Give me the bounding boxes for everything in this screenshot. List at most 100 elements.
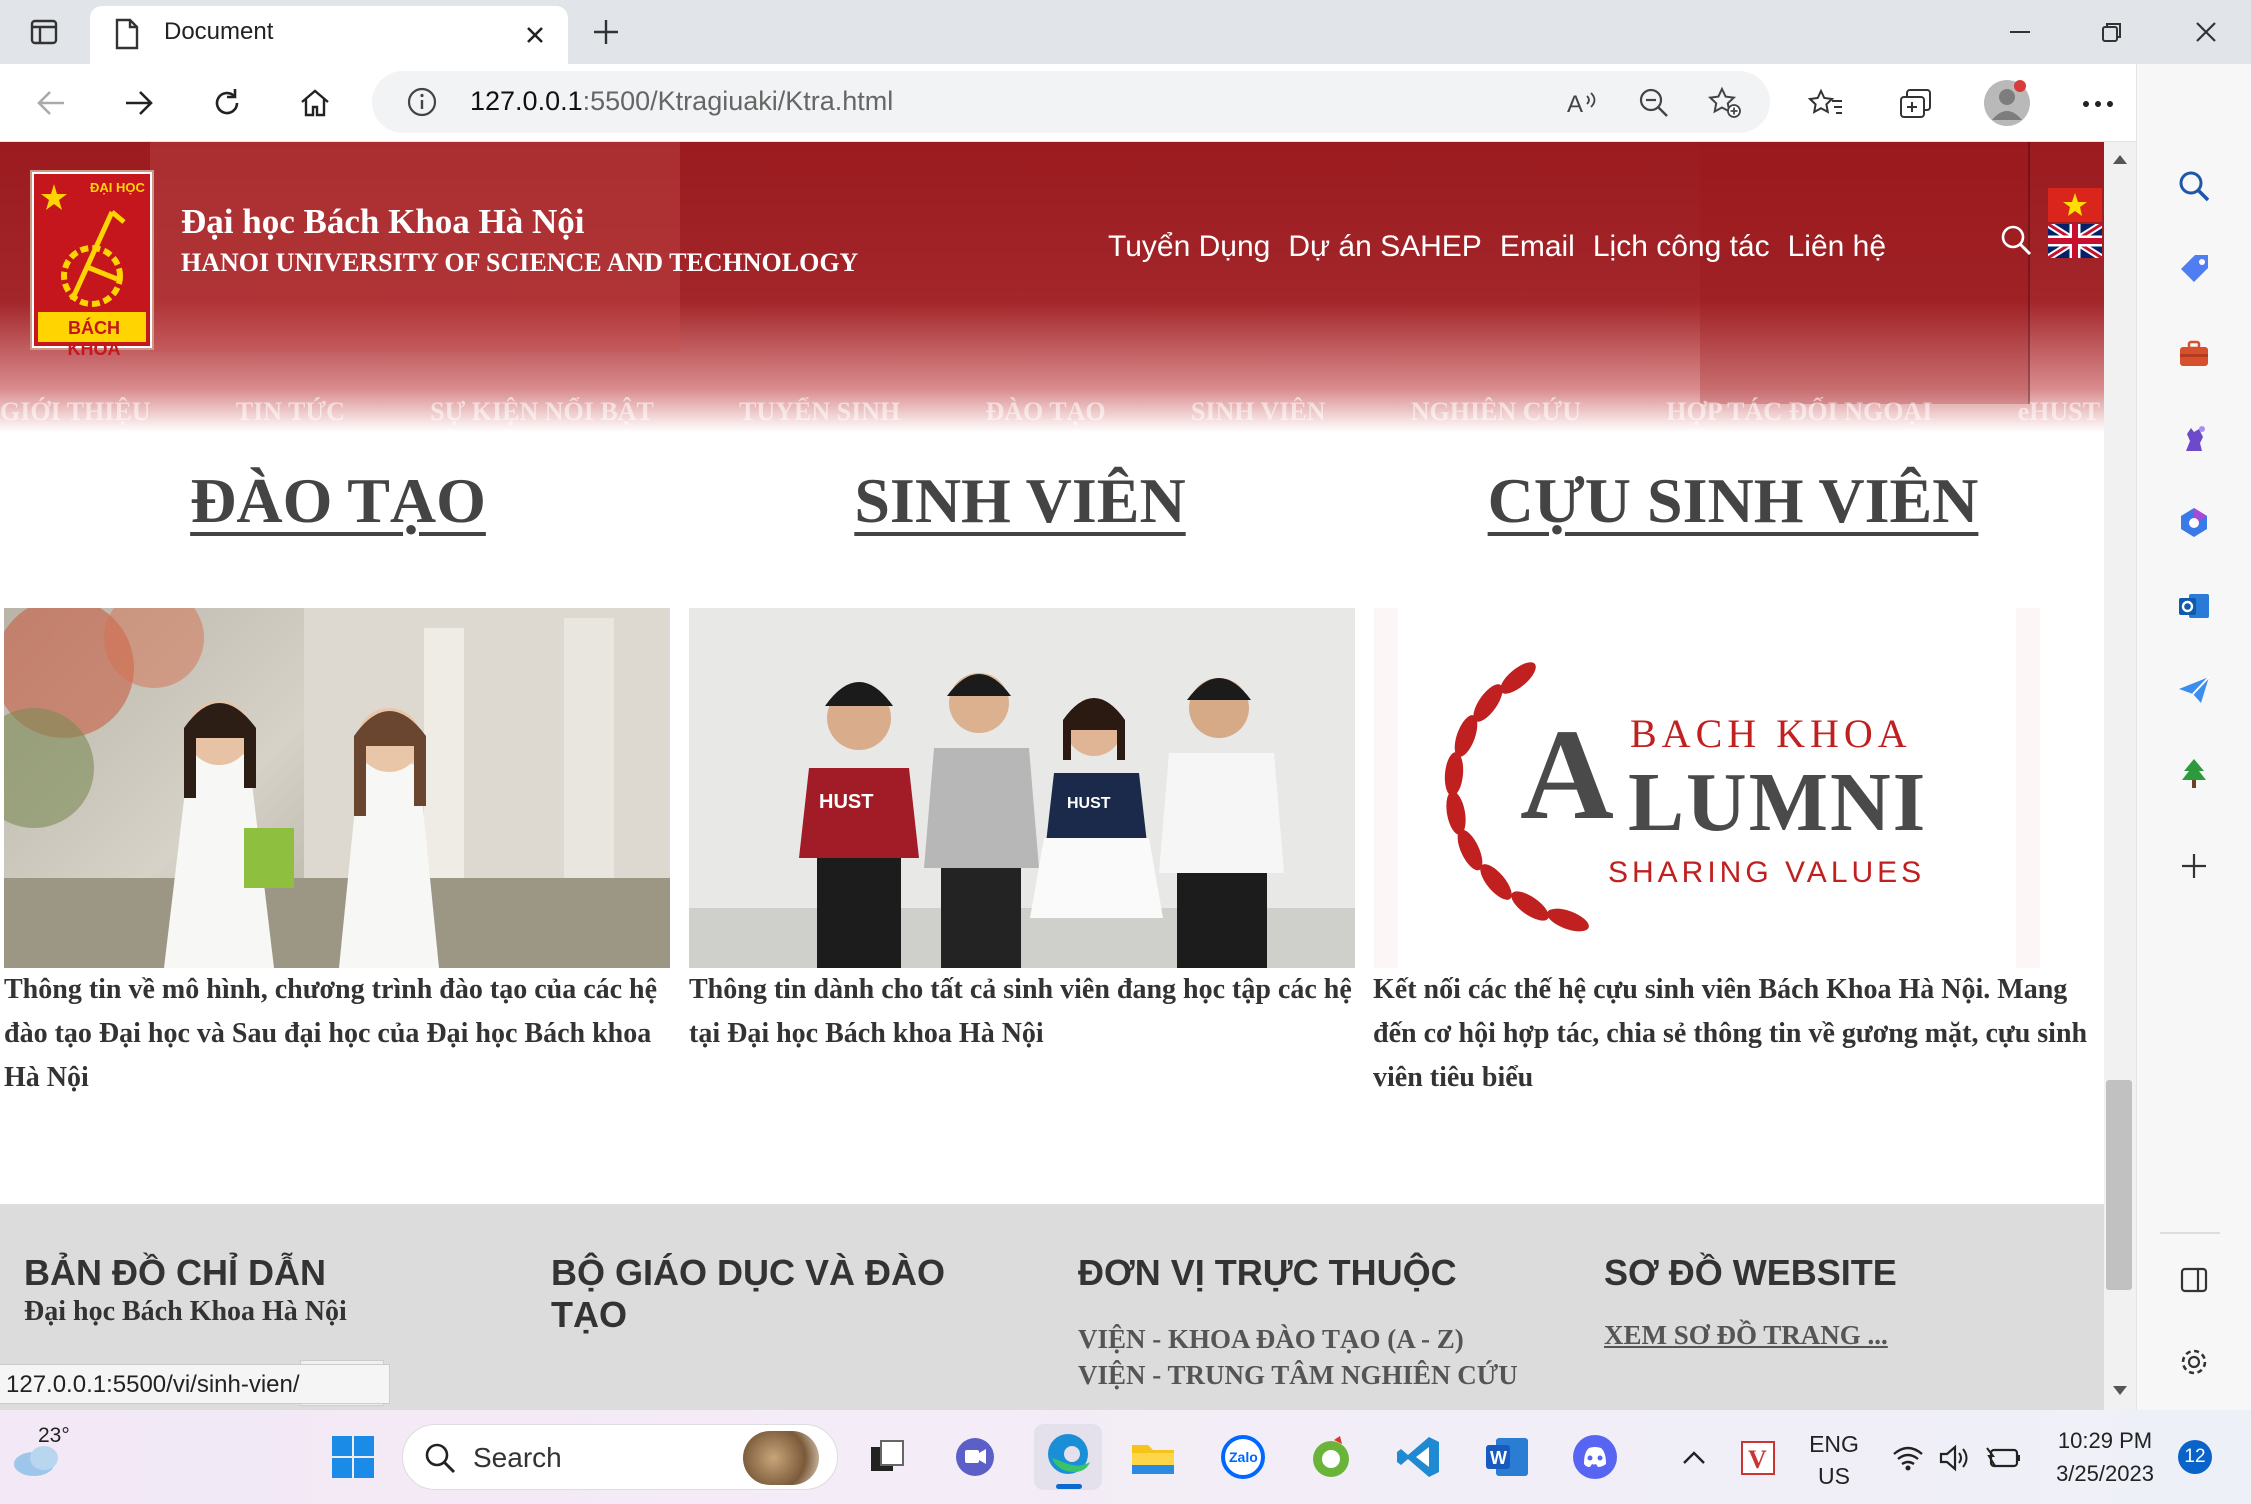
site-search-icon[interactable]	[1996, 220, 2036, 260]
scroll-up-icon[interactable]	[2106, 146, 2134, 172]
footer-sitemap-link[interactable]: XEM SƠ ĐỒ TRANG ...	[1604, 1320, 1888, 1351]
close-tab-icon[interactable]	[520, 20, 550, 50]
read-aloud-icon[interactable]: A	[1564, 85, 1600, 121]
more-options-icon[interactable]	[2076, 84, 2120, 124]
nav-lien-he[interactable]: Liên hệ	[1788, 230, 1886, 264]
system-clock[interactable]: 10:29 PM 3/25/2023	[2046, 1424, 2164, 1490]
school-logo[interactable]: ĐẠI HỌC BÁCH KHOA	[30, 170, 154, 359]
new-tab-icon[interactable]	[584, 12, 628, 52]
hide-sidebar-icon[interactable]	[2172, 1258, 2216, 1302]
menu-hop-tac[interactable]: HỢP TÁC ĐỐI NGOẠI	[1666, 397, 1932, 427]
header-background-panel	[1700, 142, 2030, 404]
menu-dao-tao[interactable]: ĐÀO TẠO	[985, 397, 1105, 427]
sidebar-search-icon[interactable]	[2172, 164, 2216, 208]
url-text[interactable]: 127.0.0.1:5500/Ktragiuaki/Ktra.html	[470, 86, 893, 117]
alumni-big-a: A	[1520, 703, 1614, 847]
windows-start-icon[interactable]	[324, 1428, 382, 1486]
footer-link-faculties[interactable]: VIỆN - KHOA ĐÀO TẠO (A - Z)	[1078, 1324, 1464, 1355]
main-menu: GIỚI THIỆU TIN TỨC SỰ KIỆN NỔI BẬT TUYỂN…	[0, 394, 2104, 430]
battery-charging-icon[interactable]	[1984, 1440, 2024, 1476]
section-sinh-vien-title-wrap: SINH VIÊN	[682, 464, 1358, 538]
vscode-icon[interactable]	[1390, 1428, 1448, 1486]
section-title-sinh-vien[interactable]: SINH VIÊN	[854, 465, 1185, 536]
tools-briefcase-icon[interactable]	[2172, 332, 2216, 376]
send-icon[interactable]	[2172, 668, 2216, 712]
uk-flag-icon[interactable]	[2046, 221, 2104, 261]
teams-chat-icon[interactable]	[946, 1428, 1004, 1486]
nav-email[interactable]: Email	[1500, 230, 1575, 264]
weather-widget[interactable]: 23°	[10, 1420, 100, 1490]
school-name-en: HANOI UNIVERSITY OF SCIENCE AND TECHNOLO…	[181, 248, 859, 277]
nav-du-an-sahep[interactable]: Dự án SAHEP	[1288, 230, 1482, 264]
site-info-icon[interactable]	[406, 86, 438, 118]
sinh-vien-photo[interactable]: HUST HUST	[689, 608, 1355, 968]
status-link-preview: 127.0.0.1:5500/vi/sinh-vien/	[0, 1364, 390, 1404]
menu-su-kien[interactable]: SỰ KIỆN NỔI BẬT	[430, 397, 654, 427]
wifi-icon[interactable]	[1890, 1440, 1926, 1476]
profile-avatar[interactable]	[1984, 80, 2030, 126]
settings-gear-icon[interactable]	[2172, 1340, 2216, 1384]
nav-tuyen-dung[interactable]: Tuyển Dụng	[1108, 230, 1270, 264]
scrollbar-thumb[interactable]	[2106, 1080, 2132, 1290]
favorites-icon[interactable]	[1804, 82, 1848, 126]
footer-link-research[interactable]: VIỆN - TRUNG TÂM NGHIÊN CỨU	[1078, 1360, 1518, 1391]
nav-lich-cong-tac[interactable]: Lịch công tác	[1593, 230, 1770, 264]
back-icon[interactable]	[28, 80, 74, 126]
header-background-photo	[150, 142, 680, 352]
logo-text-bottom: BÁCH KHOA	[67, 318, 121, 359]
menu-nghien-cuu[interactable]: NGHIÊN CỨU	[1411, 397, 1581, 427]
coccoc-icon[interactable]	[1302, 1428, 1360, 1486]
collections-icon[interactable]	[1894, 82, 1938, 126]
outlook-icon[interactable]	[2172, 584, 2216, 628]
edge-taskbar-icon[interactable]	[1034, 1424, 1102, 1490]
discord-icon[interactable]	[1566, 1428, 1624, 1486]
volume-icon[interactable]	[1936, 1440, 1972, 1476]
menu-ehust[interactable]: eHUST	[2018, 397, 2100, 427]
school-name-vi: Đại học Bách Khoa Hà Nội	[181, 202, 585, 241]
language-indicator[interactable]: ENG US	[1806, 1428, 1862, 1492]
alumni-line-2: LUMNI	[1628, 756, 1928, 849]
shopping-tag-icon[interactable]	[2172, 248, 2216, 292]
restore-icon[interactable]	[2092, 12, 2132, 52]
tab-actions-icon[interactable]	[24, 12, 64, 52]
file-explorer-icon[interactable]	[1124, 1428, 1182, 1486]
add-sidebar-icon[interactable]	[2172, 844, 2216, 888]
profile-alert-dot	[2014, 80, 2026, 92]
taskbar-search[interactable]: Search	[402, 1424, 838, 1490]
section-dao-tao-title-wrap: ĐÀO TẠO	[0, 464, 676, 538]
zoom-out-icon[interactable]	[1636, 85, 1672, 121]
footer-map-subtitle: Đại học Bách Khoa Hà Nội	[24, 1296, 347, 1327]
alumni-logo-image[interactable]: BACH KHOA A LUMNI SHARING VALUES	[1374, 608, 2040, 968]
tree-icon[interactable]	[2172, 752, 2216, 796]
menu-sinh-vien[interactable]: SINH VIÊN	[1191, 397, 1326, 427]
vietnamese-flag-icon[interactable]	[2048, 188, 2102, 222]
microsoft-365-icon[interactable]	[2172, 500, 2216, 544]
footer-moet-title: BỘ GIÁO DỤC VÀ ĐÀO TẠO	[551, 1252, 946, 1335]
notification-badge[interactable]: 12	[2178, 1440, 2212, 1474]
menu-gioi-thieu[interactable]: GIỚI THIỆU	[0, 397, 151, 427]
menu-tin-tuc[interactable]: TIN TỨC	[236, 397, 345, 427]
address-bar[interactable]: 127.0.0.1:5500/Ktragiuaki/Ktra.html A	[372, 71, 1770, 133]
vietkey-icon[interactable]: V	[1738, 1438, 1778, 1478]
menu-tuyen-sinh[interactable]: TUYỂN SINH	[739, 397, 900, 427]
task-view-icon[interactable]	[858, 1428, 916, 1486]
home-icon[interactable]	[292, 80, 338, 126]
section-title-cuu-sinh-vien[interactable]: CỰU SINH VIÊN	[1488, 465, 1979, 536]
minimize-icon[interactable]	[2000, 12, 2040, 52]
close-window-icon[interactable]	[2186, 12, 2226, 52]
refresh-icon[interactable]	[204, 80, 250, 126]
show-hidden-icons-chevron[interactable]	[1676, 1440, 1712, 1476]
taskbar-search-placeholder: Search	[473, 1442, 562, 1473]
footer-sitemap-title: SƠ ĐỒ WEBSITE	[1604, 1252, 1897, 1293]
zalo-icon[interactable]: Zalo	[1214, 1428, 1272, 1486]
games-icon[interactable]	[2172, 416, 2216, 460]
clock-time: 10:29 PM	[2057, 1428, 2153, 1453]
dao-tao-photo[interactable]	[4, 608, 670, 968]
browser-tab[interactable]: Document	[90, 6, 568, 64]
add-favorite-icon[interactable]	[1706, 85, 1744, 121]
forward-icon[interactable]	[116, 80, 162, 126]
shirt-text: HUST	[819, 791, 873, 813]
scroll-down-icon[interactable]	[2106, 1378, 2134, 1404]
section-title-dao-tao[interactable]: ĐÀO TẠO	[190, 465, 486, 536]
word-icon[interactable]: W	[1478, 1428, 1536, 1486]
